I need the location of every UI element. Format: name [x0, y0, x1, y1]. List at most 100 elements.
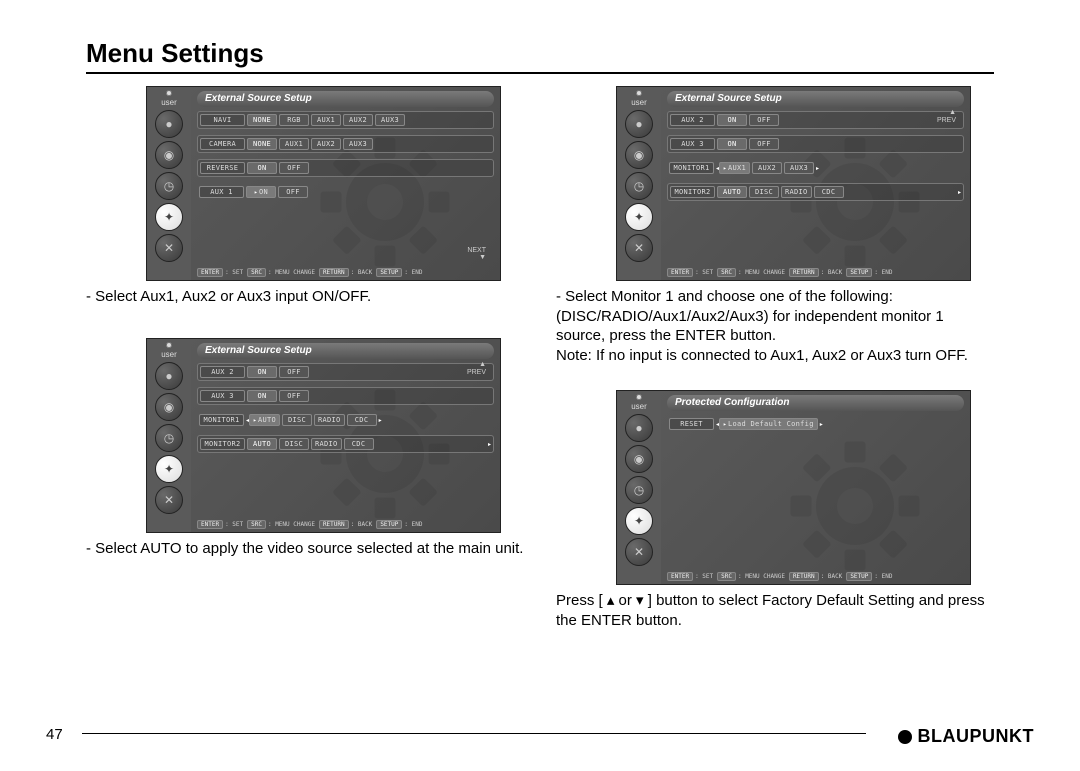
- footer-btn: SRC: [717, 268, 736, 277]
- footer-bar: ENTER: SETSRC: MENU CHANGERETURN: BACKSE…: [667, 266, 964, 278]
- user-icon: ✹user: [161, 341, 177, 359]
- sidebar-tuner-icon: ◉: [155, 393, 183, 421]
- footer-text: : END: [404, 269, 422, 276]
- setting-row: AUX 3ONOFF: [197, 387, 494, 405]
- footer-btn: SRC: [247, 268, 266, 277]
- footer-text: : MENU CHANGE: [738, 269, 785, 276]
- option-cell: ON: [717, 114, 747, 126]
- footer-text: : BACK: [351, 269, 373, 276]
- user-icon: ✹user: [631, 393, 647, 411]
- sidebar-clock-icon: ◷: [625, 172, 653, 200]
- caption-3: - Select Monitor 1 and choose one of the…: [556, 287, 994, 365]
- option-cell: CDC: [347, 414, 377, 426]
- sidebar-disc-icon: ●: [155, 110, 183, 138]
- option-cell: Load Default Config: [719, 418, 818, 430]
- setting-row: MONITOR1◂AUX1AUX2AUX3▸: [667, 159, 964, 177]
- right-arrow-icon: ▸: [816, 165, 819, 172]
- sidebar-disc-icon: ●: [625, 110, 653, 138]
- option-cell: AUX3: [784, 162, 814, 174]
- option-cell: OFF: [278, 186, 308, 198]
- sidebar-tuner-icon: ◉: [625, 141, 653, 169]
- option-cell: DISC: [279, 438, 309, 450]
- right-arrow-icon: ▸: [379, 417, 382, 424]
- row-label: RESET: [669, 418, 714, 430]
- sidebar: ✹user●◉◷✦✕: [617, 87, 661, 280]
- option-cell: RADIO: [311, 438, 342, 450]
- sidebar-tools-icon: ✕: [155, 486, 183, 514]
- brand-dot-icon: [898, 730, 912, 744]
- row-label: MONITOR2: [200, 438, 245, 450]
- row-label: AUX 1: [199, 186, 244, 198]
- option-cell: AUTO: [717, 186, 747, 198]
- option-cell: CDC: [814, 186, 844, 198]
- footer-btn: SRC: [717, 572, 736, 581]
- sidebar: ✹user●◉◷✦✕: [147, 339, 191, 532]
- option-cell: ON: [246, 186, 276, 198]
- screen-title: External Source Setup: [667, 91, 964, 107]
- option-cell: AUX3: [343, 138, 373, 150]
- screen-content: AUX 2ONOFF AUX 3ONOFF MONITOR1◂AUX1AUX2AUX…: [667, 111, 964, 264]
- sidebar-compass-icon: ✦: [155, 203, 183, 231]
- footer-bar: ENTER: SETSRC: MENU CHANGERETURN: BACKSE…: [667, 570, 964, 582]
- sidebar: ✹user●◉◷✦✕: [617, 391, 661, 584]
- footer-rule: [82, 733, 866, 734]
- row-label: AUX 2: [200, 366, 245, 378]
- footer-text: : MENU CHANGE: [268, 269, 315, 276]
- page-title: Menu Settings: [86, 38, 264, 69]
- sidebar-clock-icon: ◷: [625, 476, 653, 504]
- footer-bar: ENTER: SETSRC: MENU CHANGERETURN: BACKSE…: [197, 266, 494, 278]
- setting-row: AUX 3ONOFF: [667, 135, 964, 153]
- option-cell: AUX2: [752, 162, 782, 174]
- screenshot-1: ✹user●◉◷✦✕ External Source Setup NAVINON…: [146, 86, 501, 281]
- screen-content: RESET◂Load Default Config▸: [667, 415, 964, 568]
- sidebar-tools-icon: ✕: [625, 538, 653, 566]
- option-cell: OFF: [279, 162, 309, 174]
- screen-title: Protected Configuration: [667, 395, 964, 411]
- setting-row: MONITOR2AUTODISCRADIOCDC▸: [667, 183, 964, 201]
- footer-btn: SETUP: [846, 268, 872, 277]
- footer-btn: ENTER: [197, 520, 223, 529]
- footer-btn: SETUP: [376, 268, 402, 277]
- user-icon: ✹user: [631, 89, 647, 107]
- setting-row: AUX 1ONOFF: [197, 183, 494, 201]
- sidebar-disc-icon: ●: [155, 362, 183, 390]
- footer-btn: RETURN: [319, 268, 349, 277]
- footer-bar: ENTER: SETSRC: MENU CHANGERETURN: BACKSE…: [197, 518, 494, 530]
- footer-btn: SETUP: [376, 520, 402, 529]
- title-underline: [86, 72, 994, 74]
- footer-btn: ENTER: [667, 268, 693, 277]
- row-label: MONITOR1: [199, 414, 244, 426]
- option-cell: ON: [717, 138, 747, 150]
- footer-text: : END: [874, 573, 892, 580]
- footer-text: : BACK: [821, 573, 843, 580]
- sidebar: ✹user●◉◷✦✕: [147, 87, 191, 280]
- screen-content: NAVINONERGBAUX1AUX2AUX3CAMERANONEAUX1AUX…: [197, 111, 494, 264]
- option-cell: RADIO: [314, 414, 345, 426]
- sidebar-compass-icon: ✦: [625, 507, 653, 535]
- option-cell: AUX1: [719, 162, 750, 174]
- option-cell: DISC: [749, 186, 779, 198]
- option-cell: OFF: [279, 366, 309, 378]
- footer-btn: ENTER: [667, 572, 693, 581]
- footer-text: : END: [404, 521, 422, 528]
- footer-btn: SETUP: [846, 572, 872, 581]
- setting-row: RESET◂Load Default Config▸: [667, 415, 964, 433]
- row-label: CAMERA: [200, 138, 245, 150]
- caption-2: - Select AUTO to apply the video source …: [86, 539, 546, 559]
- footer-text: : SET: [225, 269, 243, 276]
- sidebar-clock-icon: ◷: [155, 172, 183, 200]
- footer-text: : BACK: [821, 269, 843, 276]
- row-label: AUX 2: [670, 114, 715, 126]
- option-cell: ON: [247, 366, 277, 378]
- nav-hint: ▲PREV: [937, 109, 956, 124]
- option-cell: AUX3: [375, 114, 405, 126]
- row-label: AUX 3: [670, 138, 715, 150]
- option-cell: OFF: [749, 114, 779, 126]
- footer-text: : MENU CHANGE: [738, 573, 785, 580]
- setting-row: MONITOR1◂AUTODISCRADIOCDC▸: [197, 411, 494, 429]
- footer-btn: SRC: [247, 520, 266, 529]
- brand-logo: BLAUPUNKT: [898, 726, 1035, 747]
- screen-content: AUX 2ONOFF AUX 3ONOFF MONITOR1◂AUTODISCRAD…: [197, 363, 494, 516]
- option-cell: ON: [247, 162, 277, 174]
- setting-row: AUX 2ONOFF: [667, 111, 964, 129]
